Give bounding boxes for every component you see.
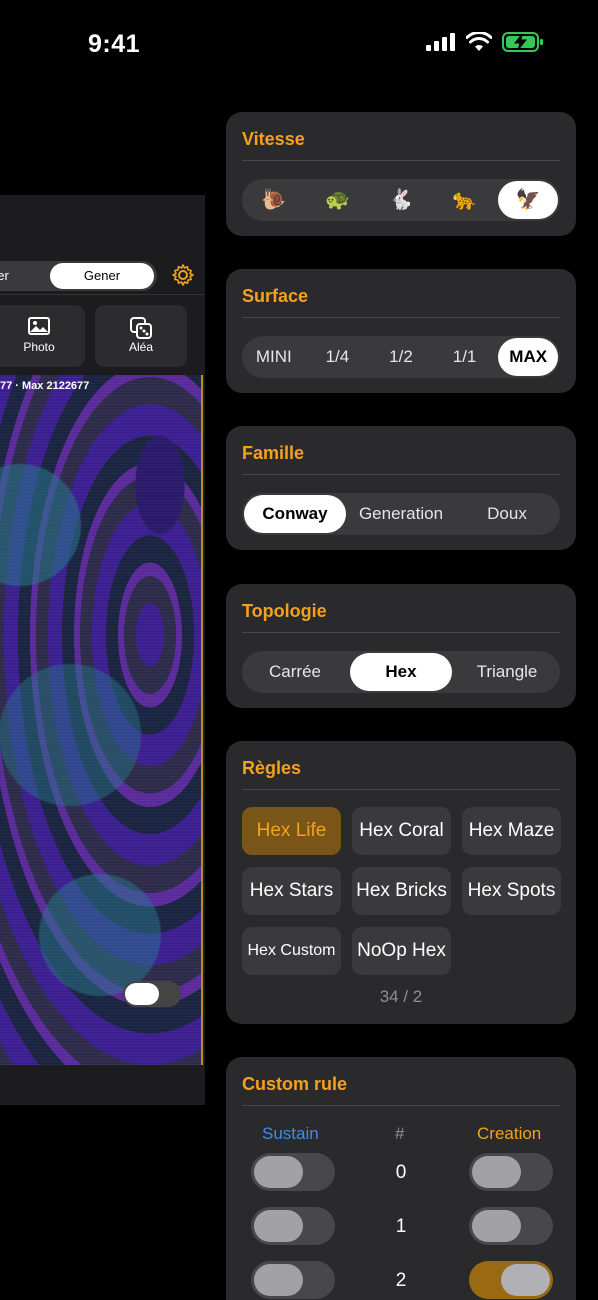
mode-segmented-control[interactable]: ner Gener	[0, 261, 157, 291]
surface-option-quarter[interactable]: 1/4	[308, 338, 368, 376]
population-info: 77 · Max 2122677	[0, 380, 90, 392]
screen: 9:41 ner Gener	[0, 0, 598, 1300]
photo-icon	[28, 317, 50, 335]
speed-eagle-option[interactable]: 🦅	[498, 181, 558, 219]
custom-rule-card: Custom rule Sustain # Creation 0 1 2	[226, 1057, 576, 1300]
rule-hex-spots-button[interactable]: Hex Spots	[462, 867, 561, 915]
neighbor-count-header: #	[395, 1124, 405, 1143]
rule-hex-coral-button[interactable]: Hex Coral	[352, 807, 451, 855]
turtle-icon: 🐢	[324, 189, 350, 211]
rules-card: Règles Hex Life Hex Coral Hex Maze Hex S…	[226, 741, 576, 1024]
topology-option-triangle[interactable]: Triangle	[456, 653, 558, 691]
divider	[242, 1105, 560, 1106]
family-segmented-control[interactable]: Conway Generation Doux	[242, 493, 560, 535]
photo-label: Photo	[23, 340, 55, 354]
surface-title: Surface	[242, 286, 309, 306]
neighbor-count-1: 1	[395, 1216, 407, 1237]
rule-hex-maze-button[interactable]: Hex Maze	[462, 807, 561, 855]
speed-snail-option[interactable]: 🐌	[244, 181, 304, 219]
speed-segmented-control[interactable]: 🐌 🐢 🐇 🐆 🦅	[242, 179, 560, 221]
family-title: Famille	[242, 443, 305, 463]
divider	[242, 632, 560, 633]
speed-rabbit-option[interactable]: 🐇	[371, 181, 431, 219]
creation-toggle-1[interactable]	[469, 1207, 553, 1245]
family-option-doux[interactable]: Doux	[456, 495, 558, 533]
topology-segmented-control[interactable]: Carrée Hex Triangle	[242, 651, 560, 693]
simulation-preview-panel: ner Gener Photo	[0, 195, 205, 1105]
sustain-toggle-2[interactable]	[251, 1261, 335, 1299]
rule-hex-custom-button[interactable]: Hex Custom	[242, 927, 341, 975]
random-button[interactable]: Aléa	[95, 305, 187, 367]
surface-option-max[interactable]: MAX	[498, 338, 558, 376]
surface-option-mini[interactable]: MINI	[244, 338, 304, 376]
rule-hex-life-button[interactable]: Hex Life	[242, 807, 341, 855]
random-label: Aléa	[128, 340, 154, 354]
wifi-icon	[466, 32, 492, 51]
creation-toggle-2[interactable]	[469, 1261, 553, 1299]
battery-charging-icon	[502, 32, 543, 52]
preview-toolbar: ner Gener	[0, 195, 205, 295]
surface-card: Surface MINI 1/4 1/2 1/1 MAX	[226, 269, 576, 393]
preview-tools: Photo Aléa	[0, 305, 205, 367]
rabbit-icon: 🐇	[388, 189, 414, 211]
dice-icon	[130, 317, 152, 339]
custom-rule-title: Custom rule	[242, 1074, 348, 1094]
rule-noop-hex-button[interactable]: NoOp Hex	[352, 927, 451, 975]
divider	[242, 474, 560, 475]
sustain-toggle-1[interactable]	[251, 1207, 335, 1245]
creation-toggle-0[interactable]	[469, 1153, 553, 1191]
family-option-conway[interactable]: Conway	[244, 495, 346, 533]
surface-option-full[interactable]: 1/1	[435, 338, 495, 376]
eagle-icon: 🦅	[515, 189, 541, 211]
mode-option-gener[interactable]: Gener	[50, 263, 154, 289]
creation-header: Creation	[477, 1124, 542, 1143]
speed-leopard-option[interactable]: 🐆	[435, 181, 495, 219]
rules-title: Règles	[242, 758, 302, 778]
sustain-toggle-0[interactable]	[251, 1153, 335, 1191]
rule-hex-stars-button[interactable]: Hex Stars	[242, 867, 341, 915]
rule-code-label: 34 / 2	[379, 987, 423, 1006]
status-time: 9:41	[88, 30, 141, 58]
neighbor-count-0: 0	[395, 1162, 407, 1183]
topology-card: Topologie Carrée Hex Triangle	[226, 584, 576, 708]
neighbor-count-2: 2	[395, 1270, 407, 1291]
speed-turtle-option[interactable]: 🐢	[308, 181, 368, 219]
rule-hex-bricks-button[interactable]: Hex Bricks	[352, 867, 451, 915]
gear-icon[interactable]	[171, 263, 195, 287]
leopard-icon: 🐆	[452, 189, 478, 211]
family-card: Famille Conway Generation Doux	[226, 426, 576, 550]
divider	[242, 317, 560, 318]
surface-option-half[interactable]: 1/2	[371, 338, 431, 376]
snail-icon: 🐌	[261, 189, 287, 211]
divider	[242, 789, 560, 790]
surface-segmented-control[interactable]: MINI 1/4 1/2 1/1 MAX	[242, 336, 560, 378]
sustain-header: Sustain	[262, 1124, 319, 1143]
photo-button[interactable]: Photo	[0, 305, 85, 367]
speed-card: Vitesse 🐌 🐢 🐇 🐆 🦅	[226, 112, 576, 236]
cellular-signal-icon	[426, 33, 455, 51]
status-icons	[426, 32, 544, 52]
topology-title: Topologie	[242, 601, 327, 621]
preview-toggle[interactable]	[123, 981, 181, 1007]
family-option-generation[interactable]: Generation	[350, 495, 452, 533]
topology-option-square[interactable]: Carrée	[244, 653, 346, 691]
topology-option-hex[interactable]: Hex	[350, 653, 452, 691]
divider	[242, 160, 560, 161]
mode-option-partial[interactable]: ner	[0, 268, 9, 283]
speed-title: Vitesse	[242, 129, 305, 149]
simulation-canvas[interactable]	[0, 375, 203, 1065]
